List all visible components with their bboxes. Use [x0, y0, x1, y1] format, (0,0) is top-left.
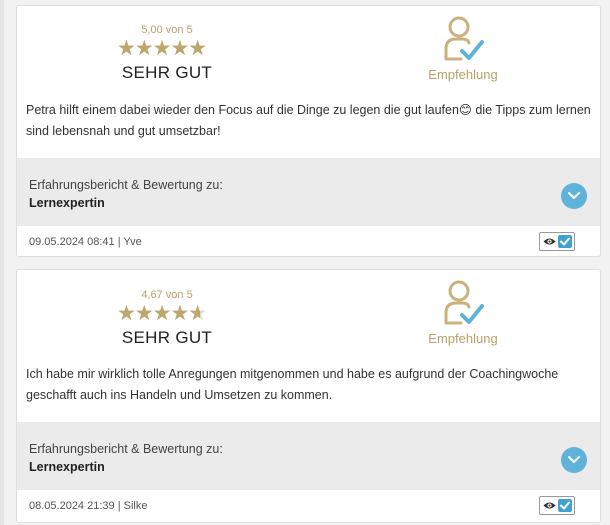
page-edge: [0, 0, 4, 525]
review-text: Petra hilft einem dabei wieder den Focus…: [26, 103, 591, 138]
expand-button[interactable]: [561, 183, 587, 209]
rating-block: 4,67 von 5 ★★★★★ ★★★★★ SEHR GUT: [97, 289, 237, 348]
eye-icon: [543, 502, 556, 509]
stars-filled: ★★★★★: [117, 39, 207, 59]
review-meta: 08.05.2024 21:39 | Silke: [29, 500, 148, 512]
review-subject-label: Erfahrungsbericht & Bewertung zu:: [29, 442, 223, 456]
eye-icon: [543, 238, 556, 245]
rating-block: 5,00 von 5 ★★★★★ ★★★★★ SEHR GUT: [97, 24, 237, 83]
review-text: Ich habe mir wirklich tolle Anregungen m…: [26, 367, 559, 402]
star-rating: ★★★★★ ★★★★★: [117, 303, 217, 324]
rating-score: 5,00 von 5: [141, 24, 193, 36]
review-subject-label: Erfahrungsbericht & Bewertung zu:: [29, 178, 223, 192]
recommendation-label: Empfehlung: [428, 67, 498, 82]
checkbox-checked-icon: [558, 499, 572, 512]
rating-verdict: SEHR GUT: [121, 63, 213, 82]
review-subject-band: Erfahrungsbericht & Bewertung zu: Lernex…: [17, 422, 600, 490]
review-card: 4,67 von 5 ★★★★★ ★★★★★ SEHR GUT Empfehlu…: [16, 269, 601, 523]
checkbox-checked-icon: [558, 235, 572, 248]
recommendation-label: Empfehlung: [428, 331, 498, 346]
rating-verdict: SEHR GUT: [121, 328, 213, 347]
star-rating: ★★★★★ ★★★★★: [117, 38, 217, 59]
chevron-down-icon: [568, 456, 580, 463]
stars-filled: ★★★★★: [117, 304, 201, 324]
expand-button[interactable]: [561, 447, 587, 473]
recommendation-block: Empfehlung: [418, 279, 508, 346]
chevron-down-icon: [568, 192, 580, 199]
verification-toggle[interactable]: [539, 496, 575, 515]
user-check-icon: [444, 280, 484, 325]
user-check-icon: [444, 16, 484, 61]
review-subject-band: Erfahrungsbericht & Bewertung zu: Lernex…: [17, 158, 600, 226]
verification-toggle[interactable]: [539, 232, 575, 251]
review-meta: 09.05.2024 08:41 | Yve: [29, 236, 142, 248]
recommendation-block: Empfehlung: [418, 15, 508, 82]
review-card: 5,00 von 5 ★★★★★ ★★★★★ SEHR GUT Empfehlu…: [16, 5, 601, 257]
rating-score: 4,67 von 5: [141, 289, 193, 301]
review-subject-name: Lernexpertin: [29, 460, 105, 474]
review-subject-name: Lernexpertin: [29, 196, 105, 210]
